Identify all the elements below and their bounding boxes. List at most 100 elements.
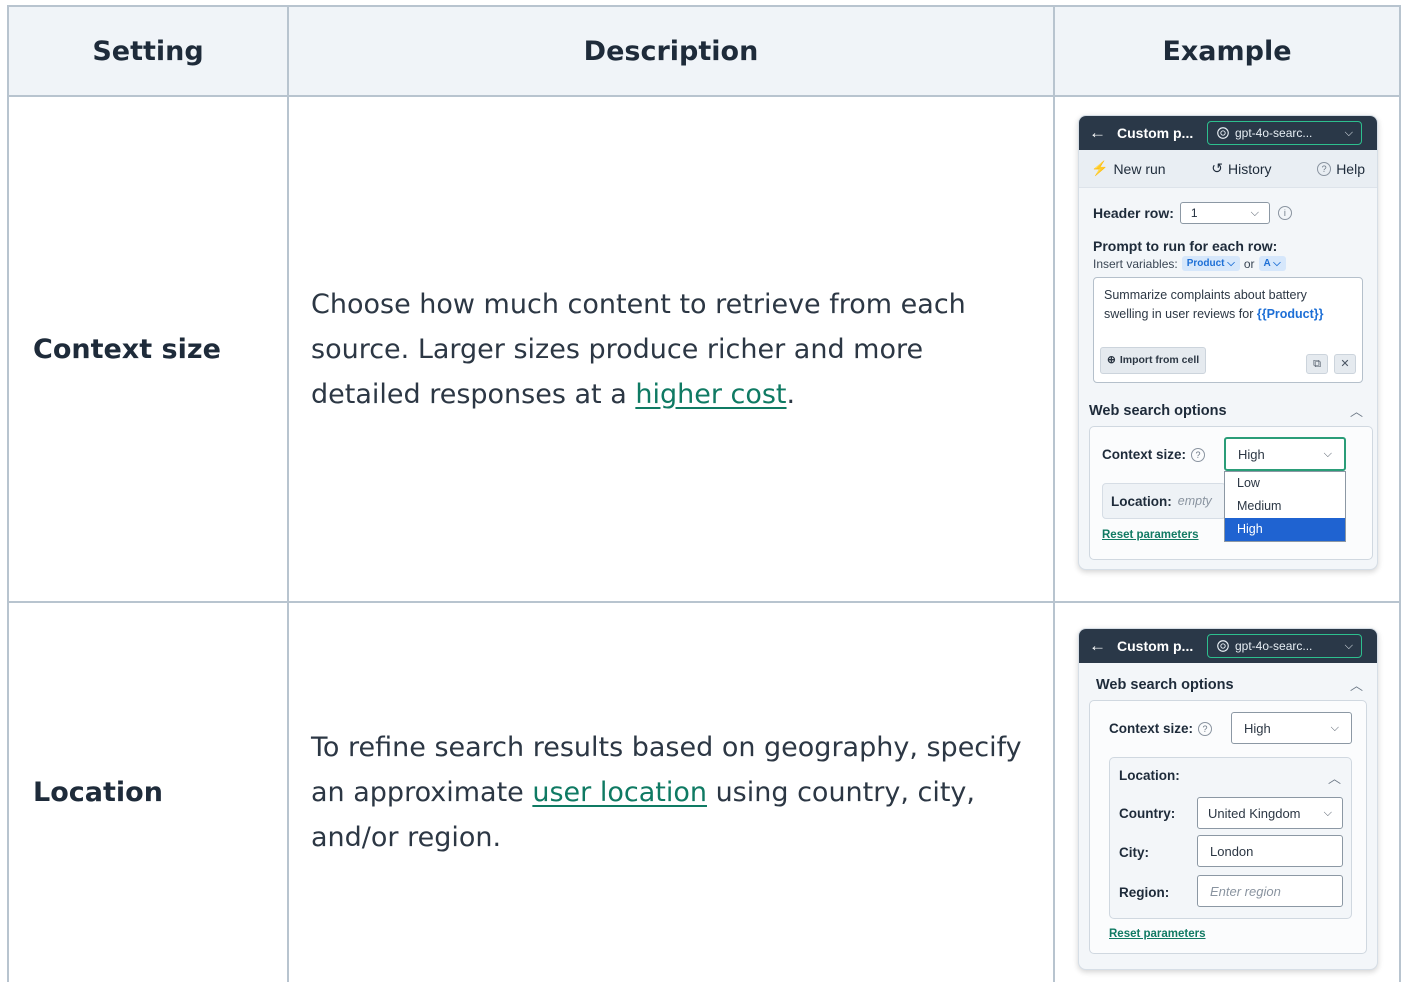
web-search-options-label: Web search options <box>1096 676 1234 693</box>
header-description: Description <box>287 5 1055 97</box>
example-cell: ← Custom p... gpt-4o-searc... ⌵ ⚡ New run… <box>1053 95 1401 603</box>
context-size-field: Context size: ? <box>1109 721 1213 736</box>
import-label: Import from cell <box>1119 354 1200 366</box>
location-collapsed-field[interactable]: Location: empty <box>1102 483 1226 519</box>
info-icon[interactable]: i <box>1277 206 1292 220</box>
location-label: Location: <box>1119 768 1180 783</box>
help-button[interactable]: ? Help <box>1317 161 1365 177</box>
new-run-button[interactable]: ⚡ New run <box>1091 160 1166 177</box>
chevron-down-icon: ⌵ <box>1344 639 1353 652</box>
help-icon[interactable]: ? <box>1198 721 1213 736</box>
header-row-label: Header row: <box>1093 205 1174 221</box>
context-size-select[interactable]: High ⌵ <box>1231 712 1352 744</box>
variable-a-label: A <box>1263 258 1271 269</box>
reset-parameters-link[interactable]: Reset parameters <box>1109 928 1206 940</box>
close-icon: ✕ <box>1340 357 1350 370</box>
description-text-end: . <box>786 378 796 410</box>
insert-variables-row: Insert variables: Product ⌵ or A ⌵ <box>1093 256 1363 271</box>
header-row-field: Header row: 1 ⌵ i <box>1079 202 1377 224</box>
chevron-down-icon: ⌵ <box>1323 447 1332 460</box>
history-button[interactable]: ↺ History <box>1211 160 1271 177</box>
header-row-select[interactable]: 1 ⌵ <box>1179 202 1270 224</box>
chevron-down-icon: ⌵ <box>1344 126 1353 139</box>
model-selector[interactable]: gpt-4o-searc... ⌵ <box>1207 634 1362 658</box>
chevron-down-icon: ⌵ <box>1323 806 1332 819</box>
table-header-row: Setting Description Example <box>7 5 1401 97</box>
higher-cost-link[interactable]: higher cost <box>635 379 786 410</box>
region-placeholder: Enter region <box>1210 883 1281 899</box>
web-search-options-label: Web search options <box>1089 402 1227 419</box>
model-selector[interactable]: gpt-4o-searc... ⌵ <box>1207 121 1362 145</box>
variable-chip-column[interactable]: A ⌵ <box>1258 256 1286 271</box>
panel-header: ← Custom p... gpt-4o-searc... ⌵ <box>1079 629 1377 663</box>
table-row: Context size Choose how much content to … <box>7 95 1401 603</box>
option-high[interactable]: High <box>1225 518 1345 541</box>
table-row: Location To refine search results based … <box>7 601 1401 982</box>
model-name: gpt-4o-searc... <box>1235 639 1313 653</box>
chevron-down-icon: ⌵ <box>1330 721 1339 734</box>
back-arrow-icon[interactable]: ← <box>1089 123 1111 143</box>
web-search-options-box: Context size: ? High ⌵ Location: empty R… <box>1089 426 1373 560</box>
import-from-cell-button[interactable]: ⊕ Import from cell <box>1100 347 1207 374</box>
setting-name: Context size <box>7 95 289 603</box>
context-size-field: Context size: ? <box>1102 447 1206 462</box>
city-label: City: <box>1119 845 1149 860</box>
openai-logo-icon <box>1217 127 1229 139</box>
header-example: Example <box>1053 5 1401 97</box>
prompt-label: Prompt to run for each row: <box>1093 238 1278 254</box>
chevron-up-icon: ︿ <box>1349 678 1363 693</box>
history-label: History <box>1227 160 1272 177</box>
lightning-icon: ⚡ <box>1091 160 1109 176</box>
location-label: Location: <box>1111 493 1172 509</box>
help-icon: ? <box>1317 161 1332 176</box>
chevron-up-icon: ︿ <box>1349 404 1363 419</box>
user-location-link[interactable]: user location <box>532 777 707 808</box>
region-input[interactable]: Enter region <box>1197 875 1343 907</box>
chevron-down-icon: ⌵ <box>1250 206 1259 219</box>
context-size-select[interactable]: High ⌵ <box>1224 437 1346 471</box>
setting-description: Choose how much content to retrieve from… <box>287 95 1055 603</box>
or-text: or <box>1243 256 1255 271</box>
setting-description: To refine search results based on geogra… <box>287 601 1055 982</box>
country-value: United Kingdom <box>1208 805 1301 821</box>
city-value: London <box>1210 843 1254 859</box>
example-panel-context-size: ← Custom p... gpt-4o-searc... ⌵ ⚡ New run… <box>1078 115 1378 570</box>
context-size-value: High <box>1244 720 1271 736</box>
prompt-textarea[interactable]: Summarize complaints about battery swell… <box>1093 277 1363 383</box>
web-search-options-box: Context size: ? High ⌵ Location: ︿ Count… <box>1089 700 1367 954</box>
chevron-up-icon: ︿ <box>1327 771 1341 786</box>
country-label: Country: <box>1119 806 1176 821</box>
panel-title: Custom p... <box>1117 638 1194 654</box>
copy-icon: ⧉ <box>1313 357 1321 370</box>
location-section: Location: ︿ Country: United Kingdom ⌵ Ci… <box>1109 757 1352 919</box>
header-row-value: 1 <box>1190 206 1198 220</box>
import-icon: ⊕ <box>1107 354 1116 366</box>
reset-parameters-link[interactable]: Reset parameters <box>1102 529 1199 541</box>
header-setting: Setting <box>7 5 289 97</box>
help-label: Help <box>1336 160 1365 177</box>
web-search-options-header[interactable]: Web search options ︿ <box>1079 401 1377 420</box>
option-low[interactable]: Low <box>1225 472 1345 495</box>
panel-nav: ⚡ New run ↺ History ? Help <box>1079 150 1377 188</box>
context-size-dropdown: Low Medium High <box>1224 471 1346 542</box>
copy-button[interactable]: ⧉ <box>1306 354 1328 374</box>
history-icon: ↺ <box>1211 160 1223 176</box>
help-icon[interactable]: ? <box>1191 447 1206 462</box>
settings-table: Setting Description Example Context size… <box>7 5 1401 982</box>
clear-button[interactable]: ✕ <box>1334 354 1356 374</box>
prompt-variable: {{Product}} <box>1256 307 1324 321</box>
variable-chip-product[interactable]: Product ⌵ <box>1181 256 1240 271</box>
country-select[interactable]: United Kingdom ⌵ <box>1197 797 1343 829</box>
variable-product-label: Product <box>1186 258 1225 269</box>
location-header[interactable]: Location: ︿ <box>1119 768 1341 787</box>
context-size-label: Context size: <box>1102 447 1187 462</box>
option-medium[interactable]: Medium <box>1225 495 1345 518</box>
example-panel-location: ← Custom p... gpt-4o-searc... ⌵ Web sear… <box>1078 628 1378 970</box>
city-input[interactable]: London <box>1197 835 1343 867</box>
setting-name: Location <box>7 601 289 982</box>
insert-variables-label: Insert variables: <box>1093 256 1178 271</box>
openai-logo-icon <box>1217 640 1229 652</box>
back-arrow-icon[interactable]: ← <box>1089 636 1111 656</box>
web-search-options-header[interactable]: Web search options ︿ <box>1079 675 1377 694</box>
region-label: Region: <box>1119 885 1170 900</box>
